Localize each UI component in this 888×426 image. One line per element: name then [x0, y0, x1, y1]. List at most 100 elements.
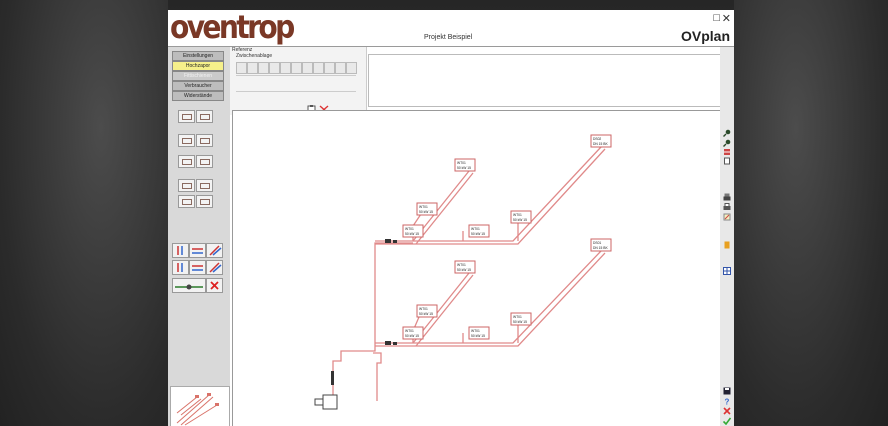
valve-tool[interactable]	[172, 278, 206, 293]
pipe-horizontal-tool[interactable]	[189, 243, 206, 258]
save-icon[interactable]	[723, 387, 731, 395]
svg-text:50 kW 15: 50 kW 15	[405, 232, 419, 236]
menu-fittischienen[interactable]: Fittischienen	[172, 71, 224, 81]
pipe-vertical-tool-2[interactable]	[172, 260, 189, 275]
reference-panel: Referenz Zwischenablage	[230, 47, 367, 115]
clipboard-slot[interactable]	[302, 62, 313, 74]
drawing-canvas[interactable]: DS02 DN 15 BK WT01 50 kW 15 WT01 50 kW 15 W…	[232, 110, 722, 426]
radiator-tool-10[interactable]	[196, 195, 213, 208]
clipboard-slot[interactable]	[269, 62, 280, 74]
svg-text:50 kW 15: 50 kW 15	[457, 268, 471, 272]
radiator-tool-6[interactable]	[196, 155, 213, 168]
menu-verbraucher[interactable]: Verbraucher	[172, 81, 224, 91]
clipboard-slot[interactable]	[258, 62, 269, 74]
divider	[236, 91, 356, 92]
divider	[236, 75, 356, 76]
pipe-diagonal-tool[interactable]	[206, 243, 223, 258]
product-name: OVplan	[680, 28, 730, 44]
printer-setup-icon[interactable]	[723, 203, 731, 211]
node-5[interactable]: WT0150 kW 15	[468, 224, 490, 238]
node-9[interactable]: WT0150 kW 15	[510, 312, 532, 326]
menu-einstellungen[interactable]: Einstellungen	[172, 51, 224, 61]
menu-widerstaende[interactable]: Widerstände	[172, 91, 224, 101]
svg-text:DN 15 BK: DN 15 BK	[593, 142, 608, 146]
clipboard-label: Zwischenablage	[236, 53, 273, 59]
background-left	[0, 0, 168, 426]
edit-icon[interactable]	[723, 213, 731, 221]
right-toolbar: ?	[720, 47, 734, 426]
svg-text:50 kW 15: 50 kW 15	[471, 232, 485, 236]
clipboard-slot[interactable]	[247, 62, 258, 74]
node-4[interactable]: WT0150 kW 15	[402, 224, 424, 238]
node-3[interactable]: WT0150 kW 15	[510, 210, 532, 224]
svg-text:50 kW 15: 50 kW 15	[471, 334, 485, 338]
zoom-in-icon[interactable]	[723, 129, 731, 137]
clipboard-slot[interactable]	[335, 62, 346, 74]
clipboard-slot[interactable]	[324, 62, 335, 74]
delete-tool[interactable]	[206, 278, 223, 293]
left-panel: Einstellungen Hochzapor Fittischienen Ve…	[168, 47, 230, 426]
pipe-diagonal-tool-2[interactable]	[206, 260, 223, 275]
boiler-symbol[interactable]	[322, 394, 338, 410]
radiator-tool-4[interactable]	[196, 134, 213, 147]
table-icon[interactable]	[723, 267, 731, 275]
svg-text:WT01: WT01	[405, 329, 414, 333]
clipboard-slot[interactable]	[280, 62, 291, 74]
clipboard-slot[interactable]	[236, 62, 247, 74]
radiator-tool-3[interactable]	[178, 134, 195, 147]
radiator-tool-5[interactable]	[178, 155, 195, 168]
svg-text:50 kW 15: 50 kW 15	[513, 218, 527, 222]
radiator-tool-8[interactable]	[196, 179, 213, 192]
confirm-icon[interactable]	[723, 417, 731, 425]
help-icon[interactable]: ?	[723, 397, 731, 406]
list-icon[interactable]	[723, 241, 731, 249]
svg-text:DS02: DS02	[593, 137, 601, 141]
cancel-icon[interactable]	[723, 407, 731, 415]
oventrop-logo: oventrop	[170, 10, 295, 46]
radiator-tool-1[interactable]	[178, 110, 195, 123]
node-6[interactable]: DS01DN 15 BK	[590, 238, 612, 252]
close-button[interactable]: ✕	[722, 12, 731, 25]
node-1[interactable]: WT0150 kW 15	[454, 158, 476, 172]
menu-hochzapor[interactable]: Hochzapor	[172, 61, 224, 71]
clipboard-slot[interactable]	[346, 62, 357, 74]
svg-text:WT01: WT01	[457, 161, 466, 165]
node-10[interactable]: WT0150 kW 15	[402, 326, 424, 340]
node-0[interactable]: DS02DN 15 BK	[590, 134, 612, 148]
pump-symbol[interactable]	[314, 398, 324, 406]
thumbnail-drawing	[176, 393, 219, 426]
preview-panel	[368, 54, 730, 107]
pipe-vertical-tool[interactable]	[172, 243, 189, 258]
svg-text:WT01: WT01	[471, 227, 480, 231]
app-window: oventrop Projekt Beispiel □ ✕ OVplan Ein…	[168, 10, 734, 426]
clipboard-slot[interactable]	[313, 62, 324, 74]
print-icon[interactable]	[723, 193, 731, 201]
radiator-tool-2[interactable]	[196, 110, 213, 123]
svg-text:50 kW 15: 50 kW 15	[405, 334, 419, 338]
zoom-fit-icon[interactable]	[723, 148, 731, 156]
svg-text:DS01: DS01	[593, 241, 601, 245]
minimize-button[interactable]: □	[713, 12, 720, 24]
background-right	[734, 0, 888, 426]
clipboard-slot[interactable]	[291, 62, 302, 74]
zoom-out-icon[interactable]	[723, 139, 731, 147]
svg-text:WT01: WT01	[419, 205, 428, 209]
node-2[interactable]: WT0150 kW 15	[416, 202, 438, 216]
svg-text:WT01: WT01	[513, 213, 522, 217]
svg-text:WT01: WT01	[457, 263, 466, 267]
svg-text:WT01: WT01	[405, 227, 414, 231]
node-8[interactable]: WT0150 kW 15	[416, 304, 438, 318]
radiator-tool-9[interactable]	[178, 195, 195, 208]
thumbnail-preview[interactable]	[170, 386, 230, 426]
node-11[interactable]: WT0150 kW 15	[468, 326, 490, 340]
node-7[interactable]: WT0150 kW 15	[454, 260, 476, 274]
svg-text:WT01: WT01	[419, 307, 428, 311]
page-icon[interactable]	[723, 157, 731, 165]
svg-text:?: ?	[725, 398, 730, 406]
svg-text:WT01: WT01	[471, 329, 480, 333]
header: oventrop Projekt Beispiel □ ✕ OVplan	[168, 10, 734, 46]
svg-text:50 kW 15: 50 kW 15	[419, 312, 433, 316]
radiator-tool-7[interactable]	[178, 179, 195, 192]
project-title: Projekt Beispiel	[424, 34, 473, 41]
pipe-horizontal-tool-2[interactable]	[189, 260, 206, 275]
